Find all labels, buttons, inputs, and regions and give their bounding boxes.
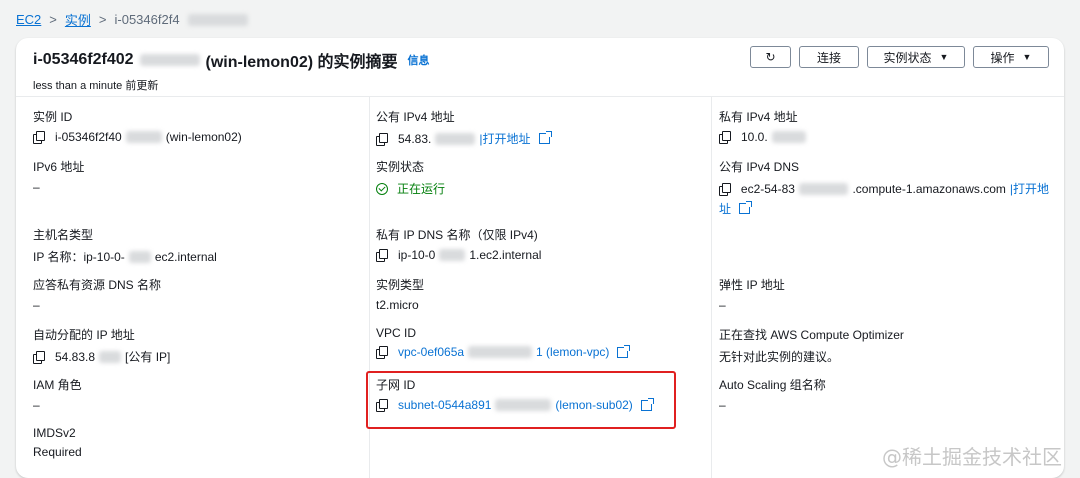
instance-id-field: 实例 ID i-05346f2f40 (win-lemon02) <box>33 110 242 144</box>
state-label: 实例状态 <box>883 50 932 65</box>
copy-icon[interactable] <box>33 350 45 364</box>
copy-icon[interactable] <box>376 132 388 146</box>
resp-dns-field: 应答私有资源 DNS 名称 – <box>33 278 162 312</box>
column-divider <box>711 96 712 478</box>
breadcrumb-instances[interactable]: 实例 <box>65 10 91 29</box>
redaction <box>187 13 248 26</box>
compute-optimizer-field: 正在查找 AWS Compute Optimizer 无针对此实例的建议。 <box>719 328 904 364</box>
private-ipv4-field: 私有 IPv4 地址 10.0. <box>719 108 806 144</box>
page-title: i-05346f2f402 (win-lemon02) 的实例摘要 信息 <box>33 48 430 72</box>
connect-label: 连接 <box>816 50 841 65</box>
auto-ip-field: 自动分配的 IP 地址 54.83.8 [公有 IP] <box>33 328 171 364</box>
redaction <box>139 54 200 66</box>
public-ipv4-field: 公有 IPv4 地址 54.83. |打开地址 <box>376 108 552 147</box>
divider <box>16 96 1064 97</box>
copy-icon[interactable] <box>376 346 388 359</box>
copy-icon[interactable] <box>719 182 731 196</box>
private-dns-field: 私有 IP DNS 名称（仅限 IPv4) ip-10-0 1.ec2.inter… <box>376 228 542 262</box>
instance-summary-panel: i-05346f2f402 (win-lemon02) 的实例摘要 信息 les… <box>16 38 1064 478</box>
refresh-icon: ↻ <box>765 50 776 64</box>
eip-field: 弹性 IP 地址 – <box>719 278 785 312</box>
imdsv2-field: IMDSv2 Required <box>33 426 82 459</box>
title-suffix: (win-lemon02) 的实例摘要 <box>205 54 398 71</box>
info-link[interactable]: 信息 <box>408 52 430 68</box>
ipv6-field: IPv6 地址 – <box>33 160 85 194</box>
external-link-icon <box>739 201 753 214</box>
caret-down-icon: ▼ <box>1022 52 1032 62</box>
updated-text: less than a minute 前更新 <box>33 80 159 92</box>
vpc-link[interactable]: vpc-0ef065a <box>398 345 464 359</box>
breadcrumb-ec2[interactable]: EC2 <box>16 12 41 27</box>
breadcrumb-current: i-05346f2f4 <box>114 12 180 27</box>
open-address-link[interactable]: |打开地 <box>1010 180 1049 197</box>
asg-field: Auto Scaling 组名称 – <box>719 378 826 412</box>
refresh-button[interactable]: ↻ <box>750 46 791 68</box>
copy-icon[interactable] <box>376 249 388 262</box>
instance-type-field: 实例类型 t2.micro <box>376 278 425 312</box>
iam-role-field: IAM 角色 – <box>33 378 82 412</box>
chevron-right-icon: > <box>49 12 57 27</box>
actions-button[interactable]: 操作 ▼ <box>973 46 1049 68</box>
watermark: @稀土掘金技术社区 <box>882 445 1062 469</box>
status-running: 正在运行 <box>397 182 446 196</box>
breadcrumb: EC2 > 实例 > i-05346f2f4 <box>16 10 248 29</box>
external-link-icon <box>617 344 631 358</box>
instance-state-button[interactable]: 实例状态 ▼ <box>867 46 965 68</box>
check-circle-icon <box>376 182 388 195</box>
public-dns-field: 公有 IPv4 DNS ec2-54-83 .compute-1.amazonaw… <box>719 160 1049 216</box>
highlight-box <box>366 371 676 429</box>
chevron-right-icon: > <box>98 12 107 27</box>
open-address-link[interactable]: |打开地址 <box>479 130 530 147</box>
caret-down-icon: ▼ <box>939 52 949 62</box>
vpc-id-field: VPC ID vpc-0ef065a 1 (lemon-vpc) <box>376 326 631 359</box>
title-id: i-05346f2f402 <box>33 51 134 68</box>
actions-label: 操作 <box>990 50 1015 65</box>
external-link-icon <box>538 131 552 144</box>
hostname-type-field: 主机名类型 IP 名称：ip-10-0- ec2.internal <box>33 228 217 264</box>
instance-state-field: 实例状态 正在运行 <box>376 160 446 196</box>
connect-button[interactable]: 连接 <box>799 46 859 68</box>
copy-icon[interactable] <box>33 131 45 144</box>
copy-icon[interactable] <box>719 131 731 144</box>
